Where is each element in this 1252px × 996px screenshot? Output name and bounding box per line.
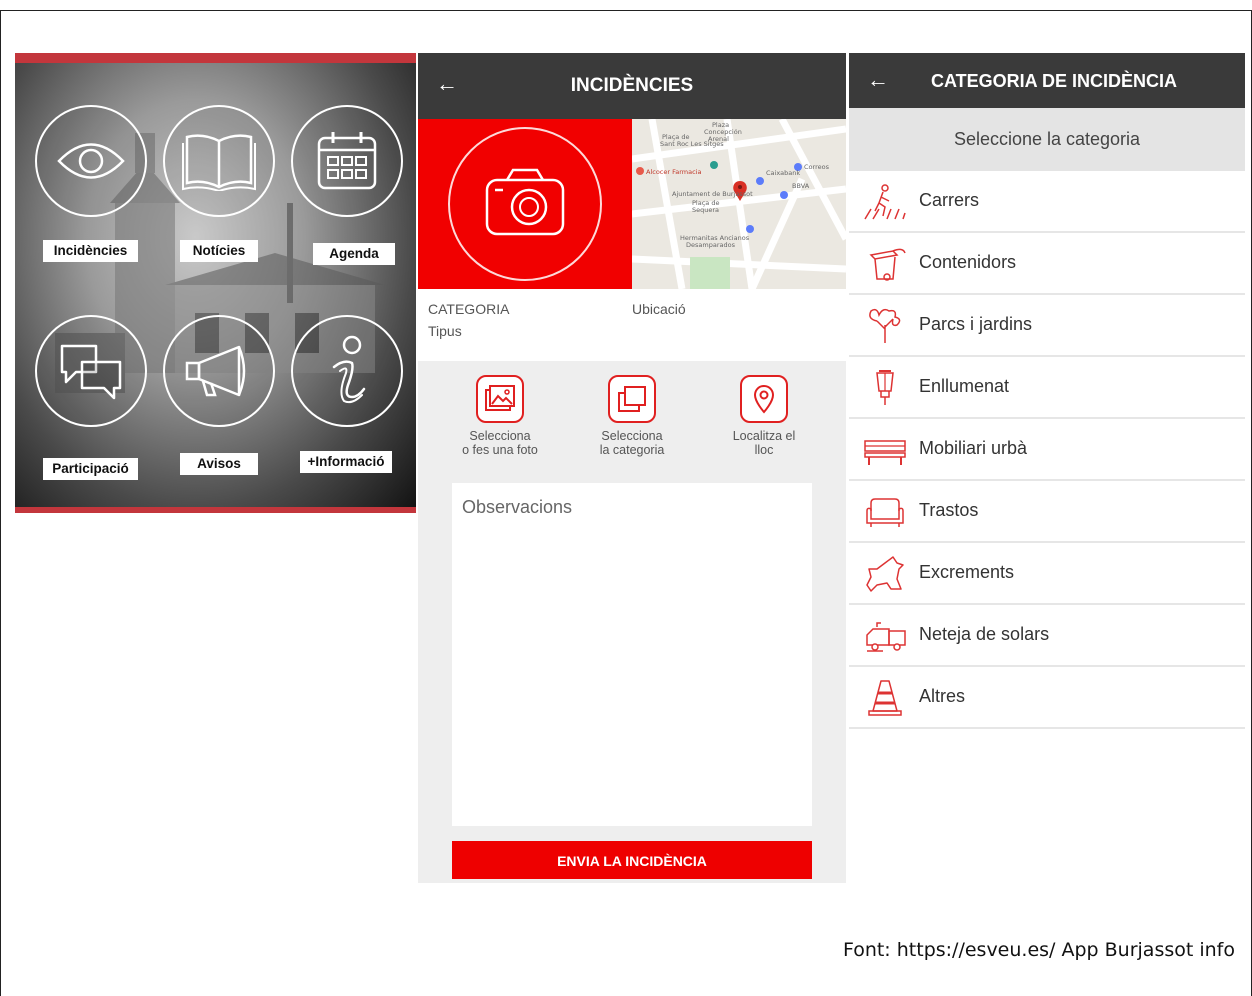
participacio-button[interactable] bbox=[35, 315, 147, 427]
map-label: Alcocer Farmacia bbox=[646, 168, 701, 176]
incidencies-screen: ← INCIDÈNCIES Plaza Concepción Arenal Pl… bbox=[418, 53, 846, 883]
dog-icon bbox=[866, 556, 904, 592]
incidencies-button[interactable] bbox=[35, 105, 147, 217]
map-label: Caixabank bbox=[766, 169, 800, 177]
photo-button[interactable] bbox=[418, 119, 632, 289]
category-item-contenidors[interactable]: Contenidors bbox=[849, 233, 1245, 295]
locate-place-label: Localitza el lloc bbox=[732, 429, 796, 457]
category-label: Mobiliari urbà bbox=[919, 438, 1028, 458]
noticies-button[interactable] bbox=[163, 105, 275, 217]
category-label: Enllumenat bbox=[919, 376, 1010, 396]
top-accent-bar bbox=[15, 53, 416, 63]
agenda-label[interactable]: Agenda bbox=[313, 243, 395, 265]
source-caption: Font: https://esveu.es/ App Burjassot in… bbox=[842, 939, 1235, 961]
category-label: CATEGORIA bbox=[428, 301, 510, 317]
layers-icon bbox=[608, 375, 656, 423]
informacio-button[interactable] bbox=[291, 315, 403, 427]
trash-container-icon bbox=[869, 248, 906, 281]
map-preview[interactable]: Plaza Concepción Arenal Plaça de Sant Ro… bbox=[632, 119, 846, 289]
location-pin-icon bbox=[740, 375, 788, 423]
map-label: BBVA bbox=[792, 182, 810, 190]
incident-info-strip: CATEGORIA Tipus Ubicació bbox=[418, 289, 846, 361]
pedestrian-crossing-icon bbox=[864, 184, 906, 220]
map-label: Correos bbox=[804, 163, 830, 171]
locate-place-action[interactable]: Localitza el lloc bbox=[709, 375, 819, 457]
participacio-label[interactable]: Participació bbox=[43, 458, 138, 480]
traffic-cone-icon bbox=[868, 680, 902, 716]
select-category-label: Selecciona la categoria bbox=[599, 429, 665, 457]
incidencies-label[interactable]: Incidències bbox=[43, 240, 138, 262]
category-item-excrements[interactable]: Excrements bbox=[849, 543, 1245, 605]
category-item-parcs[interactable]: Parcs i jardins bbox=[849, 295, 1245, 357]
category-item-mobiliari[interactable]: Mobiliari urbà bbox=[849, 419, 1245, 481]
cleaning-truck-icon bbox=[866, 622, 906, 652]
image-icon bbox=[476, 375, 524, 423]
select-photo-label: Selecciona o fes una foto bbox=[462, 429, 538, 457]
avisos-button[interactable] bbox=[163, 315, 275, 427]
agenda-button[interactable] bbox=[291, 105, 403, 217]
category-label: Trastos bbox=[919, 500, 979, 520]
back-arrow-icon[interactable]: ← bbox=[867, 69, 889, 91]
book-icon bbox=[182, 134, 256, 191]
bench-icon bbox=[864, 440, 906, 465]
category-label: Parcs i jardins bbox=[919, 314, 1033, 334]
observations-field[interactable]: Observacions bbox=[452, 483, 812, 826]
category-item-altres[interactable]: Altres bbox=[849, 667, 1245, 729]
map-label: Desamparados bbox=[686, 241, 736, 249]
send-incidence-button[interactable]: ENVIA LA INCIDÈNCIA bbox=[452, 841, 812, 879]
select-photo-action[interactable]: Selecciona o fes una foto bbox=[445, 375, 555, 457]
figure-frame: Incidències Notícies Agenda Participació… bbox=[0, 10, 1252, 996]
noticies-label[interactable]: Notícies bbox=[180, 240, 258, 262]
map-label: Sequera bbox=[692, 206, 719, 214]
avisos-label[interactable]: Avisos bbox=[180, 453, 258, 475]
select-category-action[interactable]: Selecciona la categoria bbox=[577, 375, 687, 457]
type-label: Tipus bbox=[428, 323, 462, 339]
street-lamp-icon bbox=[876, 370, 894, 405]
megaphone-icon bbox=[185, 345, 246, 397]
bottom-accent-bar bbox=[15, 507, 416, 513]
eye-icon bbox=[57, 143, 125, 179]
category-item-trastos[interactable]: Trastos bbox=[849, 481, 1245, 543]
category-label: Contenidors bbox=[919, 252, 1017, 272]
tree-icon bbox=[869, 308, 901, 343]
incidencies-app-bar: ← INCIDÈNCIES bbox=[418, 53, 846, 119]
category-item-enllumenat[interactable]: Enllumenat bbox=[849, 357, 1245, 419]
category-screen: ← CATEGORIA DE INCIDÈNCIA Seleccione la … bbox=[849, 53, 1245, 883]
category-label: Neteja de solars bbox=[919, 624, 1050, 644]
category-label: Excrements bbox=[919, 562, 1015, 582]
informacio-label[interactable]: +Informació bbox=[300, 451, 392, 473]
observations-placeholder: Observacions bbox=[462, 497, 573, 517]
category-subtitle: Seleccione la categoria bbox=[849, 108, 1245, 171]
map-label: Sant Roc Les Sitges bbox=[660, 140, 724, 148]
sofa-icon bbox=[866, 498, 904, 527]
category-app-bar: ← CATEGORIA DE INCIDÈNCIA bbox=[849, 53, 1245, 108]
category-item-carrers[interactable]: Carrers bbox=[849, 171, 1245, 233]
category-label: Carrers bbox=[919, 190, 980, 210]
camera-icon bbox=[448, 127, 602, 281]
category-label: Altres bbox=[919, 686, 966, 706]
category-title: CATEGORIA DE INCIDÈNCIA bbox=[931, 71, 1178, 91]
category-item-neteja[interactable]: Neteja de solars bbox=[849, 605, 1245, 667]
calendar-icon bbox=[317, 132, 377, 190]
home-screen: Incidències Notícies Agenda Participació… bbox=[15, 53, 416, 513]
incidencies-title: INCIDÈNCIES bbox=[570, 75, 694, 96]
map-image: Plaza Concepción Arenal Plaça de Sant Ro… bbox=[632, 119, 846, 289]
map-label: Ajuntament de Burjassot bbox=[672, 190, 753, 198]
location-label: Ubicació bbox=[632, 301, 686, 317]
info-icon bbox=[332, 335, 366, 404]
chat-icon bbox=[60, 344, 122, 400]
